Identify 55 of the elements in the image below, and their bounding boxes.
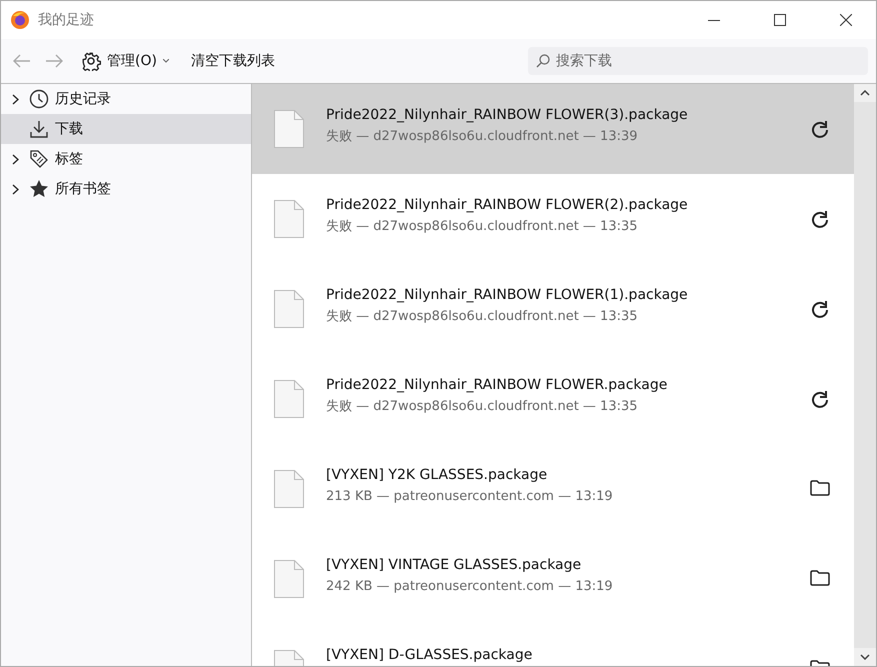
retry-icon[interactable] xyxy=(810,390,830,410)
scrollbar[interactable] xyxy=(854,84,876,666)
file-icon xyxy=(274,200,304,238)
download-status: 失败 — d27wosp86lso6u.cloudfront.net — 13:35 xyxy=(326,308,639,325)
file-icon xyxy=(274,290,304,328)
download-status: 失败 — d27wosp86lso6u.cloudfront.net — 13:39 xyxy=(326,128,639,145)
download-status: 213 KB — patreonusercontent.com — 13:19 xyxy=(326,488,614,505)
folder-icon[interactable] xyxy=(810,570,830,586)
file-name: Pride2022_Nilynhair_RAINBOW FLOWER.package xyxy=(326,377,668,394)
sidebar-item[interactable]: 所有书签 xyxy=(1,174,251,204)
browser-logo-icon xyxy=(10,10,30,30)
download-item[interactable]: Pride2022_Nilynhair_RAINBOW FLOWER(1).package 失败 — d27wosp86lso6u.cloudfront.net — 13:35 xyxy=(252,264,854,354)
close-icon[interactable] xyxy=(840,14,852,26)
sidebar-item[interactable]: 标签 xyxy=(1,144,251,174)
maximize-icon[interactable] xyxy=(774,14,786,26)
download-status: 失败 — d27wosp86lso6u.cloudfront.net — 13:35 xyxy=(326,218,639,235)
sidebar-item[interactable]: 下载 xyxy=(1,114,251,144)
download-status: 242 KB — patreonusercontent.com — 13:19 xyxy=(326,578,614,595)
file-icon xyxy=(274,110,304,148)
retry-icon[interactable] xyxy=(810,210,830,230)
file-icon xyxy=(274,560,304,598)
tag-icon xyxy=(29,149,49,169)
file-name: [VYXEN] Y2K GLASSES.package xyxy=(326,467,548,484)
file-name: Pride2022_Nilynhair_RAINBOW FLOWER(2).package xyxy=(326,197,689,214)
retry-icon[interactable] xyxy=(810,120,830,140)
download-status: 失败 — d27wosp86lso6u.cloudfront.net — 13:35 xyxy=(326,398,639,415)
file-icon xyxy=(274,380,304,418)
folder-icon[interactable] xyxy=(810,480,830,496)
scroll-down-icon[interactable] xyxy=(860,654,870,660)
file-name: Pride2022_Nilynhair_RAINBOW FLOWER(3).package xyxy=(326,107,689,124)
download-item[interactable]: [VYXEN] VINTAGE GLASSES.package 242 KB — patreonusercontent.com — 13:19 xyxy=(252,534,854,624)
clear-downloads-button[interactable]: 清空下载列表 xyxy=(186,48,279,74)
window-title: 我的足迹 xyxy=(38,11,94,29)
gear-icon xyxy=(81,51,101,71)
file-name: [VYXEN] D-GLASSES.package xyxy=(326,647,534,664)
chevron-right-icon[interactable] xyxy=(12,154,19,164)
download-item[interactable]: Pride2022_Nilynhair_RAINBOW FLOWER(2).package 失败 — d27wosp86lso6u.cloudfront.net — 13:35 xyxy=(252,174,854,264)
download-item[interactable]: Pride2022_Nilynhair_RAINBOW FLOWER(3).package 失败 — d27wosp86lso6u.cloudfront.net — 13:39 xyxy=(252,84,854,174)
clock-icon xyxy=(29,89,49,109)
download-icon xyxy=(29,119,49,139)
scroll-up-icon[interactable] xyxy=(860,90,870,96)
file-name: Pride2022_Nilynhair_RAINBOW FLOWER(1).package xyxy=(326,287,689,304)
download-item[interactable]: [VYXEN] D-GLASSES.package xyxy=(252,624,854,666)
manage-menu-button[interactable]: 管理(O) xyxy=(77,47,173,75)
download-item[interactable]: Pride2022_Nilynhair_RAINBOW FLOWER.package 失败 — d27wosp86lso6u.cloudfront.net — 13:35 xyxy=(252,354,854,444)
search-field[interactable]: 搜索下载 xyxy=(528,47,868,75)
file-name: [VYXEN] VINTAGE GLASSES.package xyxy=(326,557,582,574)
chevron-right-icon[interactable] xyxy=(12,94,19,104)
download-item[interactable]: [VYXEN] Y2K GLASSES.package 213 KB — patreonusercontent.com — 13:19 xyxy=(252,444,854,534)
file-icon xyxy=(274,470,304,508)
sidebar-item[interactable]: 历史记录 xyxy=(1,84,251,114)
star-icon xyxy=(29,179,49,199)
retry-icon[interactable] xyxy=(810,300,830,320)
caret-icon xyxy=(162,59,169,63)
chevron-right-icon[interactable] xyxy=(12,184,19,194)
